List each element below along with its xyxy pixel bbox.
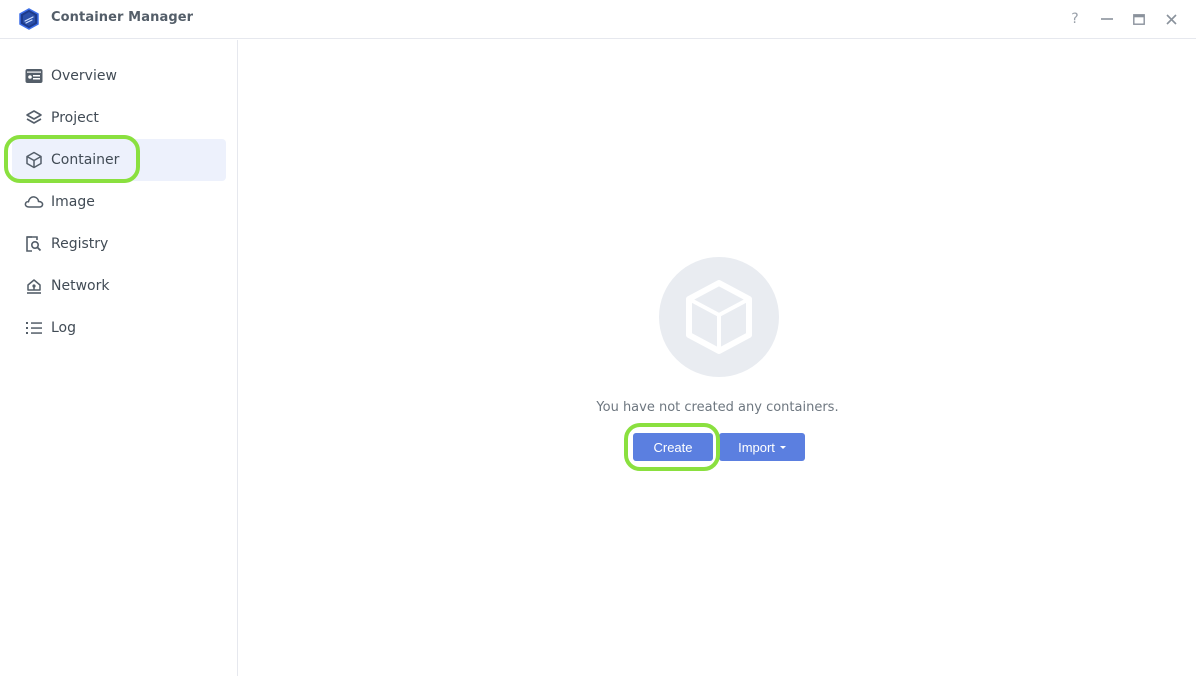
layers-icon <box>24 108 44 128</box>
create-button-label: Create <box>653 439 693 455</box>
sidebar-item-label: Network <box>51 278 110 294</box>
sidebar-item-label: Overview <box>51 68 117 84</box>
sidebar-item-image[interactable]: Image <box>12 181 226 223</box>
cloud-icon <box>24 192 44 212</box>
create-button[interactable]: Create <box>633 433 713 461</box>
minimize-button[interactable] <box>1097 9 1117 29</box>
minimize-icon <box>1101 18 1113 20</box>
sidebar-item-label: Log <box>51 320 77 336</box>
caret-down-icon <box>779 445 786 449</box>
cube-icon <box>24 150 44 170</box>
help-button[interactable]: ? <box>1065 9 1085 29</box>
list-icon <box>24 318 44 338</box>
close-button[interactable] <box>1161 9 1181 29</box>
empty-state-illustration <box>659 257 779 377</box>
network-home-icon <box>24 276 44 296</box>
sidebar-item-label: Container <box>51 152 120 168</box>
sidebar-item-project[interactable]: Project <box>12 97 226 139</box>
empty-state-message: You have not created any containers. <box>596 400 839 415</box>
sidebar: Overview Project Container Image Registr… <box>0 40 238 676</box>
sidebar-item-network[interactable]: Network <box>12 265 226 307</box>
app-title: Container Manager <box>51 10 194 25</box>
sidebar-item-label: Project <box>51 110 99 126</box>
close-icon <box>1165 13 1177 25</box>
sidebar-item-registry[interactable]: Registry <box>12 223 226 265</box>
sidebar-item-label: Registry <box>51 236 109 252</box>
sidebar-item-container[interactable]: Container <box>12 139 226 181</box>
import-dropdown-button[interactable]: Import <box>719 433 805 461</box>
app-logo-icon <box>19 8 39 30</box>
overview-card-icon <box>24 66 44 86</box>
import-button-label: Import <box>738 439 775 455</box>
maximize-button[interactable] <box>1129 9 1149 29</box>
cube-icon <box>686 280 752 354</box>
maximize-icon <box>1133 13 1145 25</box>
registry-search-icon <box>24 234 44 254</box>
help-icon: ? <box>1071 11 1079 27</box>
title-bar: Container Manager ? <box>0 0 1196 39</box>
sidebar-item-log[interactable]: Log <box>12 307 226 349</box>
sidebar-item-label: Image <box>51 194 95 210</box>
sidebar-item-overview[interactable]: Overview <box>12 55 226 97</box>
main-content: You have not created any containers. Cre… <box>239 40 1196 676</box>
